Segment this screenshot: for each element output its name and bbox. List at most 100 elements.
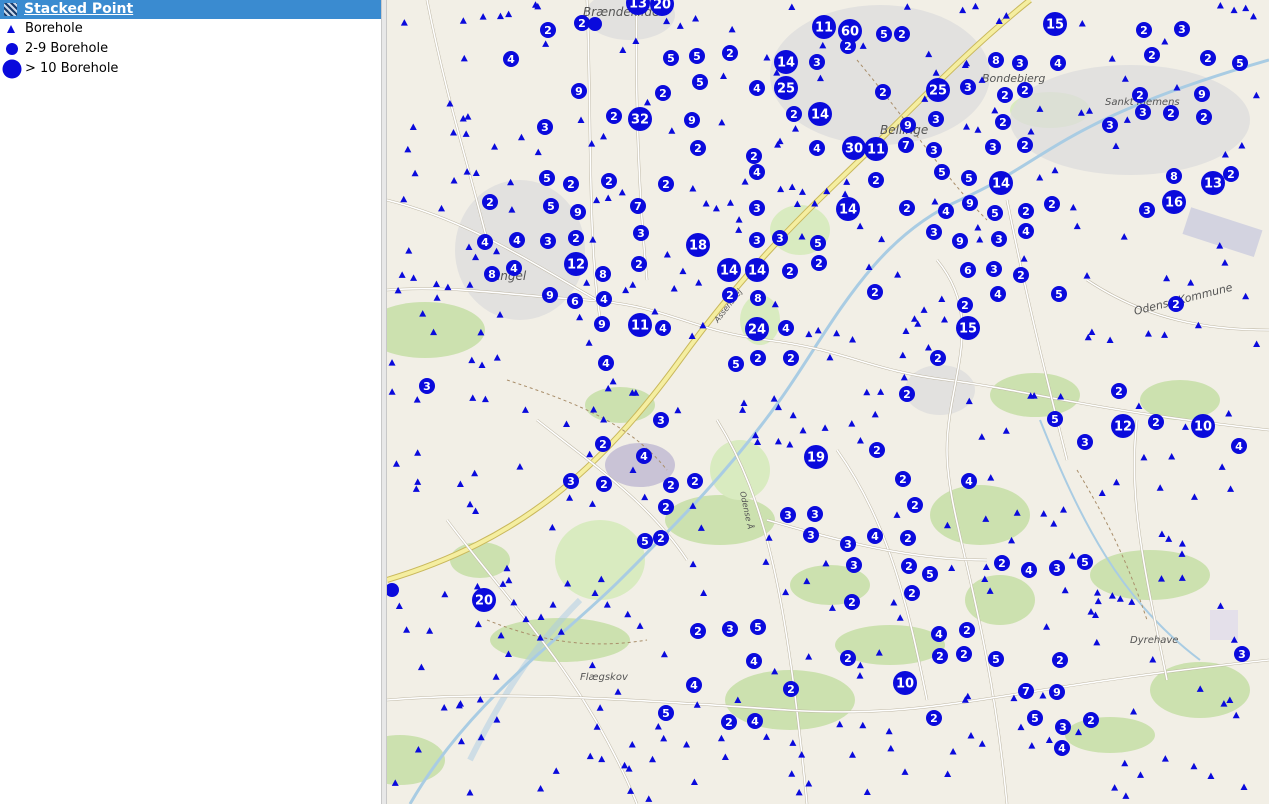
borehole-cluster-marker[interactable]: 3 [1102,117,1118,133]
borehole-cluster-marker[interactable]: 3 [563,473,579,489]
borehole-cluster-marker[interactable]: 4 [1231,438,1247,454]
borehole-cluster-marker[interactable]: 14 [808,102,832,126]
borehole-cluster-marker[interactable]: 5 [1051,286,1067,302]
borehole-cluster-marker[interactable]: 9 [962,195,978,211]
borehole-cluster-marker[interactable]: 3 [846,557,862,573]
borehole-cluster-marker[interactable]: 4 [477,234,493,250]
borehole-cluster-marker[interactable]: 3 [537,119,553,135]
borehole-cluster-marker[interactable]: 3 [1077,434,1093,450]
borehole-cluster-marker[interactable]: 4 [655,320,671,336]
borehole-cluster-marker[interactable]: 2 [1044,196,1060,212]
borehole-cluster-marker[interactable]: 2 [956,646,972,662]
borehole-cluster-marker[interactable]: 2 [783,350,799,366]
borehole-cluster-marker[interactable]: 2 [482,194,498,210]
borehole-cluster-marker[interactable]: 4 [506,260,522,276]
borehole-cluster-marker[interactable]: 2 [926,710,942,726]
legend-item-2-9-borehole[interactable]: 2-9 Borehole [0,39,381,59]
borehole-cluster-marker[interactable]: 3 [749,200,765,216]
borehole-cluster-marker[interactable]: 2 [658,499,674,515]
borehole-cluster-marker[interactable]: 3 [807,506,823,522]
borehole-cluster-marker[interactable]: 2 [930,350,946,366]
borehole-cluster-marker[interactable]: 3 [926,224,942,240]
borehole-cluster-marker[interactable]: 9 [684,112,700,128]
borehole-cluster-marker[interactable]: 2 [932,648,948,664]
borehole-cluster-marker[interactable]: 3 [1135,104,1151,120]
borehole-cluster-marker[interactable]: 2 [746,148,762,164]
borehole-cluster-marker[interactable]: 3 [1139,202,1155,218]
borehole-cluster-marker[interactable]: 2 [875,84,891,100]
borehole-cluster-marker[interactable]: 14 [745,258,769,282]
borehole-cluster-marker[interactable]: 4 [509,232,525,248]
borehole-cluster-marker[interactable]: 2 [690,623,706,639]
borehole-cluster-marker[interactable]: 2 [901,558,917,574]
borehole-cluster-marker[interactable]: 4 [1018,223,1034,239]
borehole-cluster-marker[interactable]: 4 [961,473,977,489]
borehole-cluster-marker[interactable]: 11 [628,313,652,337]
borehole-cluster-marker[interactable]: 4 [867,528,883,544]
borehole-cluster-marker[interactable]: 2 [997,87,1013,103]
borehole-cluster-marker[interactable]: 20 [472,588,496,612]
borehole-cluster-marker[interactable]: 11 [812,15,836,39]
borehole-cluster-marker[interactable]: 2 [655,85,671,101]
borehole-cluster-marker[interactable]: 5 [728,356,744,372]
borehole-cluster-marker[interactable]: 4 [1021,562,1037,578]
borehole-cluster-marker[interactable]: 9 [594,316,610,332]
borehole-cluster-marker[interactable]: 5 [637,533,653,549]
borehole-cluster-marker[interactable]: 2 [595,436,611,452]
borehole-cluster-marker[interactable]: 2 [1223,166,1239,182]
borehole-cluster-marker[interactable]: 2 [653,530,669,546]
borehole-cluster-marker[interactable]: 5 [810,235,826,251]
borehole-cluster-marker[interactable]: 9 [570,204,586,220]
borehole-cluster-marker[interactable]: 4 [990,286,1006,302]
borehole-cluster-marker[interactable]: 3 [653,412,669,428]
borehole-cluster-marker[interactable]: 8 [484,266,500,282]
borehole-cluster-marker[interactable]: 2 [840,650,856,666]
borehole-cluster-marker[interactable]: 2 [995,114,1011,130]
borehole-cluster-marker[interactable]: 2 [631,256,647,272]
borehole-cluster-marker[interactable]: 5 [539,170,555,186]
borehole-cluster-marker[interactable]: 9 [571,83,587,99]
borehole-cluster-marker[interactable]: 2 [811,255,827,271]
borehole-cluster-marker[interactable]: 25 [774,76,798,100]
borehole-cluster-marker[interactable]: 14 [717,258,741,282]
borehole-cluster-marker[interactable]: 7 [1018,683,1034,699]
borehole-cluster-marker[interactable]: 32 [628,107,652,131]
borehole-cluster-marker[interactable]: 2 [1136,22,1152,38]
borehole-cluster-marker[interactable]: 2 [1163,105,1179,121]
borehole-cluster-marker[interactable]: 3 [749,232,765,248]
borehole-cluster-marker[interactable]: 12 [564,252,588,276]
borehole-cluster-marker[interactable]: 2 [722,287,738,303]
borehole-cluster-marker[interactable]: 4 [1054,740,1070,756]
borehole-cluster-marker[interactable]: 9 [1049,684,1065,700]
borehole-cluster-marker[interactable]: 5 [543,198,559,214]
borehole-cluster-marker[interactable]: 30 [842,136,866,160]
borehole-cluster-marker[interactable]: 12 [1111,414,1135,438]
borehole-cluster-marker[interactable]: 2 [994,555,1010,571]
legend-layer-title[interactable]: Stacked Point [24,1,133,18]
borehole-cluster-marker[interactable]: 2 [1017,137,1033,153]
borehole-cluster-marker[interactable]: 4 [1050,55,1066,71]
borehole-marker[interactable] [588,17,602,31]
borehole-cluster-marker[interactable]: 2 [1200,50,1216,66]
borehole-cluster-marker[interactable]: 2 [959,622,975,638]
borehole-cluster-marker[interactable]: 19 [804,445,828,469]
borehole-cluster-marker[interactable]: 3 [1012,55,1028,71]
borehole-cluster-marker[interactable]: 3 [1055,719,1071,735]
map-view[interactable]: BellingeBondebjergSankt KlemensOdense Ko… [387,0,1269,804]
borehole-cluster-marker[interactable]: 3 [1049,560,1065,576]
borehole-cluster-marker[interactable]: 2 [1018,203,1034,219]
borehole-cluster-marker[interactable]: 2 [1144,47,1160,63]
borehole-cluster-marker[interactable]: 2 [900,530,916,546]
borehole-cluster-marker[interactable]: 14 [774,50,798,74]
borehole-cluster-marker[interactable]: 2 [663,477,679,493]
map-canvas[interactable]: BellingeBondebjergSankt KlemensOdense Ko… [387,0,1269,804]
borehole-cluster-marker[interactable]: 11 [864,137,888,161]
borehole-cluster-marker[interactable]: 5 [750,619,766,635]
borehole-cluster-marker[interactable]: 15 [1043,12,1067,36]
borehole-cluster-marker[interactable]: 2 [840,38,856,54]
borehole-cluster-marker[interactable]: 3 [633,225,649,241]
borehole-cluster-marker[interactable]: 2 [1111,383,1127,399]
borehole-cluster-marker[interactable]: 14 [989,171,1013,195]
borehole-cluster-marker[interactable]: 2 [904,585,920,601]
borehole-cluster-marker[interactable]: 18 [686,233,710,257]
